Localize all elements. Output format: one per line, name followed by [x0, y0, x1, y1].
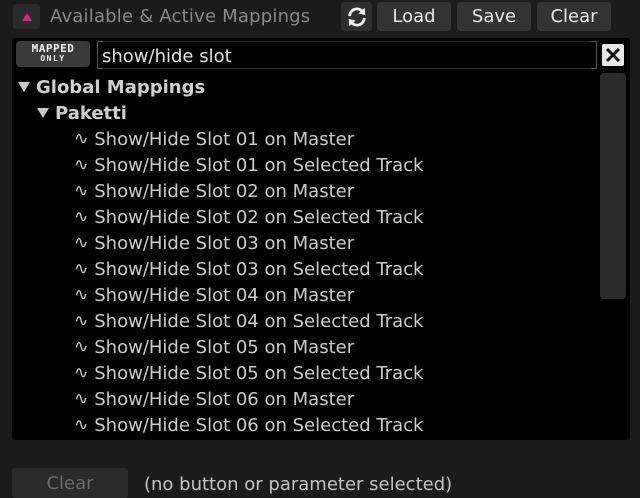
tree-item-label: Show/Hide Slot 05 on Master	[94, 336, 355, 358]
tree-item-label: Show/Hide Slot 05 on Selected Track	[94, 362, 424, 384]
tree-item[interactable]: ∿ Show/Hide Slot 05 on Selected Track	[74, 360, 423, 386]
tree-item-label: Show/Hide Slot 01 on Master	[94, 128, 355, 150]
tree-group-label: Global Mappings	[36, 76, 206, 98]
close-icon	[605, 47, 621, 63]
clear-button[interactable]: Clear	[537, 2, 611, 31]
mapping-wave-icon: ∿	[74, 363, 89, 383]
mappings-toolbar: Available & Active Mappings Load Save Cl…	[0, 0, 640, 34]
tree-item-label: Show/Hide Slot 01 on Selected Track	[94, 154, 424, 176]
tree-item[interactable]: ∿ Show/Hide Slot 06 on Selected Track	[74, 412, 423, 438]
tree-item-label: Show/Hide Slot 04 on Master	[94, 284, 355, 306]
tree-item-label: Show/Hide Slot 06 on Selected Track	[94, 414, 424, 436]
search-bracket-right	[591, 41, 597, 69]
mapping-wave-icon: ∿	[74, 259, 89, 279]
tree-item[interactable]: ∿ Show/Hide Slot 05 on Master	[74, 334, 354, 360]
mapping-wave-icon: ∿	[74, 233, 89, 253]
tree-item[interactable]: ∿ Show/Hide Slot 04 on Master	[74, 282, 354, 308]
load-button[interactable]: Load	[377, 2, 451, 31]
mapped-only-toggle[interactable]: MAPPED ONLY	[16, 41, 90, 67]
mapping-wave-icon: ∿	[74, 389, 89, 409]
mapping-wave-icon: ∿	[74, 155, 89, 175]
tree-item-label: Show/Hide Slot 03 on Master	[94, 232, 355, 254]
search-input[interactable]: show/hide slot	[97, 41, 597, 69]
footer-bar: Clear (no button or parameter selected)	[0, 456, 640, 498]
mappings-panel: MAPPED ONLY show/hide slot Global Mappin…	[12, 38, 630, 440]
tree-item[interactable]: ∿ Show/Hide Slot 03 on Selected Track	[74, 256, 423, 282]
mapping-wave-icon: ∿	[74, 337, 89, 357]
tree-item[interactable]: ∿ Show/Hide Slot 01 on Selected Track	[74, 152, 423, 178]
tree-item[interactable]: ∿ Show/Hide Slot 06 on Master	[74, 386, 354, 412]
mapping-wave-icon: ∿	[74, 207, 89, 227]
tree-item[interactable]: ∿ Show/Hide Slot 03 on Master	[74, 230, 354, 256]
tree-item[interactable]: ∿ Show/Hide Slot 02 on Master	[74, 178, 354, 204]
tree-group-paketti[interactable]: Paketti	[37, 100, 127, 126]
filter-row: MAPPED ONLY show/hide slot	[12, 38, 630, 72]
mapping-wave-icon: ∿	[74, 285, 89, 305]
tree-item-label: Show/Hide Slot 03 on Selected Track	[94, 258, 424, 280]
refresh-button[interactable]	[341, 2, 372, 31]
mappings-tree: Global Mappings Paketti ∿ Show/Hide Slot …	[12, 74, 596, 440]
clear-search-button[interactable]	[602, 44, 624, 66]
selection-status: (no button or parameter selected)	[144, 474, 453, 495]
tree-item[interactable]: ∿ Show/Hide Slot 02 on Selected Track	[74, 204, 423, 230]
panel-title: Available & Active Mappings	[50, 6, 311, 27]
tree-item-label: Show/Hide Slot 04 on Selected Track	[94, 310, 424, 332]
tree-item-label: Show/Hide Slot 02 on Selected Track	[94, 206, 424, 228]
tree-scrollbar[interactable]	[600, 73, 626, 299]
expand-arrow-icon	[37, 108, 49, 118]
tree-item-label: Show/Hide Slot 02 on Master	[94, 180, 355, 202]
tree-item-label: Show/Hide Slot 06 on Master	[94, 388, 355, 410]
collapse-arrow-icon	[21, 12, 32, 21]
mapping-wave-icon: ∿	[74, 311, 89, 331]
tree-group-global-mappings[interactable]: Global Mappings	[18, 74, 205, 100]
save-button[interactable]: Save	[457, 2, 531, 31]
refresh-icon	[347, 7, 366, 26]
mapping-wave-icon: ∿	[74, 129, 89, 149]
mapped-only-label-top: MAPPED	[31, 42, 75, 55]
mapping-wave-icon: ∿	[74, 181, 89, 201]
mapping-wave-icon: ∿	[74, 415, 89, 435]
tree-item[interactable]: ∿ Show/Hide Slot 04 on Selected Track	[74, 308, 423, 334]
collapse-button[interactable]	[13, 4, 40, 29]
mapped-only-label-bottom: ONLY	[40, 54, 66, 63]
tree-group-label: Paketti	[55, 102, 127, 124]
tree-item[interactable]: ∿ Show/Hide Slot 01 on Master	[74, 126, 354, 152]
expand-arrow-icon	[18, 82, 30, 92]
search-value: show/hide slot	[102, 46, 232, 67]
